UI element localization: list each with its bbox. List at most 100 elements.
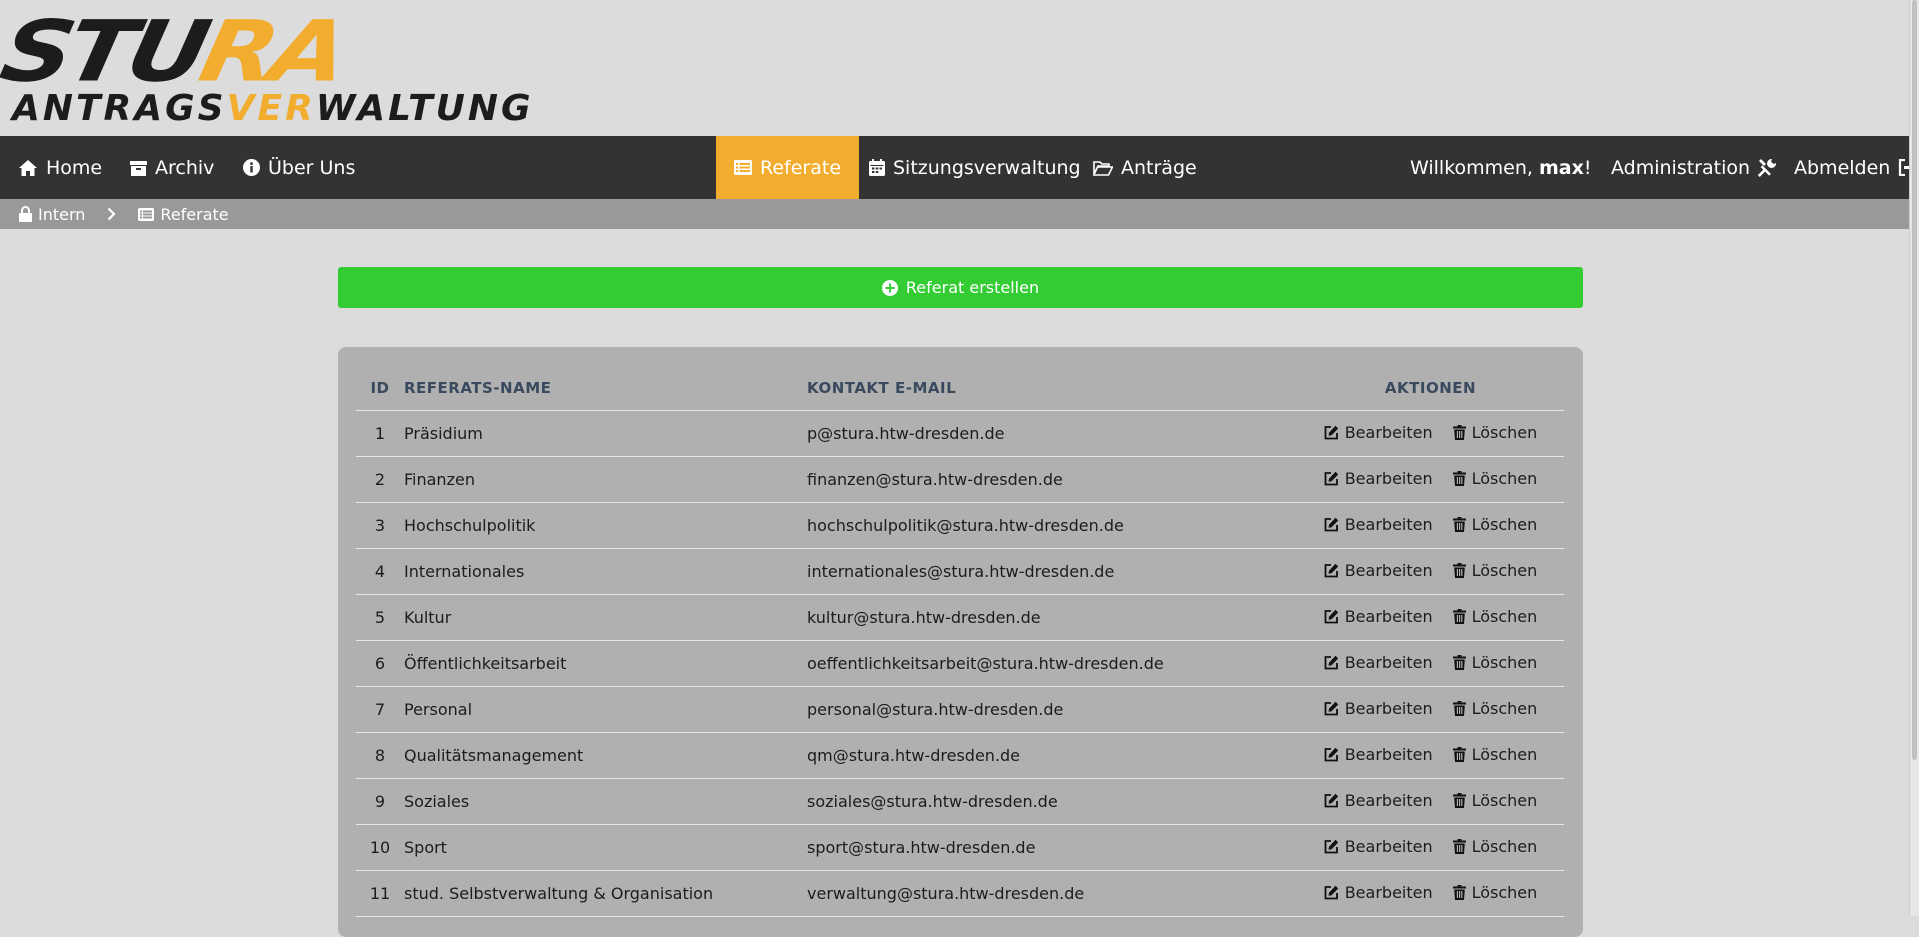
trash-icon (1452, 471, 1466, 486)
edit-button[interactable]: Bearbeiten (1324, 791, 1433, 810)
delete-button[interactable]: Löschen (1452, 745, 1538, 764)
cell-id: 2 (356, 456, 404, 503)
home-icon (18, 159, 38, 177)
nav-administration-label: Administration (1611, 156, 1751, 179)
table-row: 7 Personal personal@stura.htw-dresden.de Be… (356, 686, 1564, 733)
edit-label: Bearbeiten (1344, 515, 1433, 534)
info-icon (243, 159, 260, 176)
edit-label: Bearbeiten (1344, 469, 1433, 488)
trash-icon (1452, 425, 1466, 440)
breadcrumb-current[interactable]: Referate (138, 204, 229, 224)
delete-button[interactable]: Löschen (1452, 699, 1538, 718)
cell-actions: Bearbeiten Löschen (1297, 686, 1564, 733)
edit-icon (1324, 471, 1339, 486)
cell-id: 3 (356, 502, 404, 549)
delete-button[interactable]: Löschen (1452, 791, 1537, 810)
delete-button[interactable]: Löschen (1452, 561, 1538, 580)
edit-button[interactable]: Bearbeiten (1324, 745, 1433, 764)
edit-button[interactable]: Bearbeiten (1324, 837, 1433, 856)
delete-button[interactable]: Löschen (1452, 837, 1537, 856)
nav-logout-label: Abmelden (1794, 156, 1891, 179)
cell-email: kultur@stura.htw-dresden.de (807, 594, 1297, 641)
cell-name: Finanzen (404, 456, 807, 503)
edit-label: Bearbeiten (1344, 561, 1433, 580)
breadcrumb-intern[interactable]: Intern (19, 205, 85, 224)
plus-circle-icon (881, 279, 898, 296)
trash-icon (1452, 563, 1466, 578)
cell-actions: Bearbeiten Löschen (1297, 456, 1564, 503)
nav-logout[interactable]: Abmelden (1794, 136, 1916, 199)
edit-button[interactable]: Bearbeiten (1324, 699, 1433, 718)
nav-home[interactable]: Home (18, 136, 102, 199)
edit-icon (1324, 609, 1339, 624)
edit-icon (1324, 747, 1339, 762)
edit-icon (1324, 793, 1339, 808)
nav-archive[interactable]: Archiv (130, 136, 214, 199)
delete-button[interactable]: Löschen (1452, 883, 1537, 902)
header-email: KONTAKT E-MAIL (807, 365, 1297, 411)
table-row: 2 Finanzen finanzen@stura.htw-dresden.de Be… (356, 456, 1564, 503)
edit-icon (1324, 885, 1339, 900)
nav-about[interactable]: Über Uns (243, 136, 355, 199)
edit-button[interactable]: Bearbeiten (1324, 469, 1433, 488)
nav-archive-label: Archiv (155, 156, 215, 179)
nav-sessions-label: Sitzungsverwaltung (893, 156, 1081, 179)
welcome-prefix: Willkommen, (1410, 156, 1539, 179)
delete-label: Löschen (1471, 699, 1538, 718)
cell-id: 10 (356, 824, 404, 871)
edit-button[interactable]: Bearbeiten (1324, 561, 1433, 580)
delete-button[interactable]: Löschen (1452, 653, 1537, 672)
edit-label: Bearbeiten (1344, 791, 1433, 810)
username: max (1538, 156, 1584, 179)
nav-applications[interactable]: Anträge (1093, 136, 1197, 199)
table-body: 1 Präsidium p@stura.htw-dresden.de Bearbeit… (356, 410, 1564, 917)
edit-button[interactable]: Bearbeiten (1324, 515, 1433, 534)
trash-icon (1452, 609, 1466, 624)
nav-departments[interactable]: Referate (716, 136, 860, 199)
cell-actions: Bearbeiten Löschen (1297, 594, 1564, 641)
delete-button[interactable]: Löschen (1452, 607, 1537, 626)
nav-sessions[interactable]: Sitzungsverwaltung (869, 136, 1081, 199)
cell-name: Internationales (404, 548, 807, 595)
delete-label: Löschen (1471, 561, 1538, 580)
delete-label: Löschen (1471, 745, 1538, 764)
cell-name: Personal (404, 686, 807, 733)
create-department-button[interactable]: Referat erstellen (338, 267, 1583, 308)
logo-wordmark: STURA (0, 3, 352, 102)
edit-button[interactable]: Bearbeiten (1324, 883, 1433, 902)
trash-icon (1452, 839, 1466, 854)
edit-icon (1324, 425, 1339, 440)
edit-button[interactable]: Bearbeiten (1324, 653, 1433, 672)
scrollbar-thumb[interactable] (1912, 0, 1917, 760)
table-row: 1 Präsidium p@stura.htw-dresden.de Bearbeit… (356, 410, 1564, 457)
cell-id: 11 (356, 870, 404, 917)
trash-icon (1452, 793, 1466, 808)
cell-email: soziales@stura.htw-dresden.de (807, 778, 1297, 825)
breadcrumb-current-label: Referate (160, 204, 229, 224)
cell-name: Sport (404, 824, 807, 871)
nav-applications-label: Anträge (1121, 156, 1197, 179)
breadcrumb: Intern Referate (0, 199, 1910, 229)
delete-button[interactable]: Löschen (1452, 515, 1537, 534)
page-scrollbar[interactable] (1909, 0, 1919, 916)
delete-button[interactable]: Löschen (1452, 469, 1537, 488)
nav-administration[interactable]: Administration (1611, 136, 1777, 199)
cell-id: 1 (356, 410, 404, 457)
edit-button[interactable]: Bearbeiten (1324, 607, 1433, 626)
cell-name: Hochschulpolitik (404, 502, 807, 549)
cell-name: Soziales (404, 778, 807, 825)
delete-label: Löschen (1471, 423, 1538, 442)
calendar-icon (869, 159, 885, 176)
edit-label: Bearbeiten (1344, 745, 1433, 764)
table-row: 6 Öffentlichkeitsarbeit oeffentlichkeitsar… (356, 640, 1564, 687)
edit-label: Bearbeiten (1344, 699, 1433, 718)
table-row: 4 Internationales internationales@stura.ht… (356, 548, 1564, 595)
header-name: REFERATS-NAME (404, 365, 807, 411)
stura-logo[interactable]: STURA ANTRAGSVERWALTUNG (0, 3, 542, 128)
nav-home-label: Home (46, 156, 103, 179)
edit-button[interactable]: Bearbeiten (1324, 423, 1433, 442)
delete-button[interactable]: Löschen (1452, 423, 1538, 442)
cell-email: qm@stura.htw-dresden.de (807, 732, 1297, 779)
list-icon (734, 160, 752, 175)
cell-actions: Bearbeiten Löschen (1297, 824, 1564, 871)
